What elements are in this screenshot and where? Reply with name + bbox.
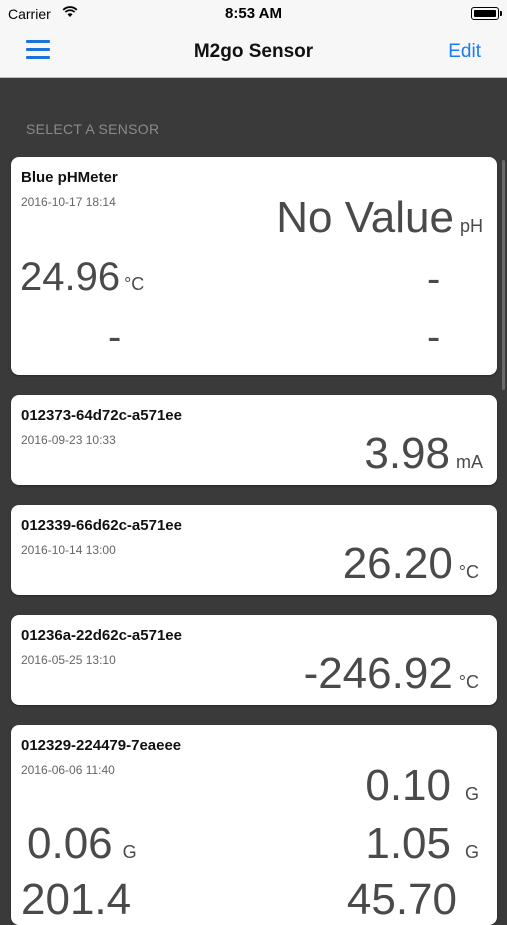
scroll-indicator[interactable]: [502, 160, 505, 390]
battery-icon: [471, 7, 502, 20]
sensor-primary-reading: No Value pH: [276, 193, 483, 243]
sensor-partial-reading: 45.70: [347, 875, 457, 925]
empty-value-dash: -: [108, 315, 122, 359]
sensor-name: 012373-64d72c-a571ee: [21, 407, 182, 424]
sensor-unit: G: [464, 784, 479, 804]
sensor-card[interactable]: 012339-66d62c-a571ee 2016-10-14 13:00 26…: [11, 505, 497, 595]
sensor-secondary-reading: 24.96 °C: [20, 255, 144, 300]
page-title: M2go Sensor: [193, 41, 314, 62]
sensor-value: -246.92: [303, 649, 453, 698]
sensor-primary-reading: -246.92 °C: [304, 649, 479, 699]
sensor-value: 0.10: [365, 761, 451, 810]
sensor-date: 2016-06-06 11:40: [21, 763, 115, 777]
sensor-card[interactable]: 012373-64d72c-a571ee 2016-09-23 10:33 3.…: [11, 395, 497, 485]
sensor-name: 012339-66d62c-a571ee: [21, 517, 182, 534]
sensor-name: 012329-224479-7eaeee: [21, 737, 182, 754]
sensor-value: No Value: [276, 193, 454, 242]
sensor-unit: G: [464, 842, 479, 862]
sensor-partial-reading: 201.4: [21, 875, 131, 925]
navigation-bar: M2go Sensor Edit: [0, 28, 507, 78]
sensor-card[interactable]: 012329-224479-7eaeee 2016-06-06 11:40 0.…: [11, 725, 497, 925]
sensor-date: 2016-10-14 13:00: [21, 543, 116, 557]
sensor-value: 0.06: [27, 819, 113, 868]
sensor-unit: °C: [458, 562, 479, 582]
sensor-value: 1.05: [365, 819, 451, 868]
sensor-name: 01236a-22d62c-a571ee: [21, 627, 182, 644]
sensor-primary-reading: 0.10 G: [365, 761, 479, 811]
sensor-date: 2016-09-23 10:33: [21, 433, 116, 447]
sensor-tertiary-reading: 1.05 G: [365, 819, 479, 869]
sensor-value: 26.20: [342, 539, 453, 588]
sensor-primary-reading: 26.20 °C: [343, 539, 479, 589]
sensor-unit: pH: [459, 216, 483, 236]
status-time: 8:53 AM: [225, 5, 282, 22]
sensor-card-blue-phmeter[interactable]: Blue pHMeter 2016-10-17 18:14 No Value pH…: [11, 157, 497, 375]
sensor-unit: G: [122, 842, 137, 862]
empty-value-dash: -: [427, 315, 441, 359]
status-bar: Carrier 8:53 AM: [0, 0, 507, 28]
sensor-unit: °C: [458, 672, 479, 692]
edit-button[interactable]: Edit: [448, 41, 481, 63]
sensor-unit: °C: [124, 274, 145, 294]
sensor-date: 2016-05-25 13:10: [21, 653, 116, 667]
sensor-date: 2016-10-17 18:14: [21, 195, 116, 209]
sensor-secondary-reading: 0.06 G: [27, 819, 137, 869]
sensor-value: 24.96: [20, 255, 121, 299]
sensor-unit: mA: [456, 452, 483, 472]
empty-value-dash: -: [427, 257, 441, 301]
sensor-value: 3.98: [364, 429, 450, 478]
section-header: SELECT A SENSOR: [26, 121, 160, 137]
sensor-primary-reading: 3.98 mA: [364, 429, 483, 479]
sensor-name: Blue pHMeter: [21, 169, 118, 186]
sensor-card[interactable]: 01236a-22d62c-a571ee 2016-05-25 13:10 -2…: [11, 615, 497, 705]
